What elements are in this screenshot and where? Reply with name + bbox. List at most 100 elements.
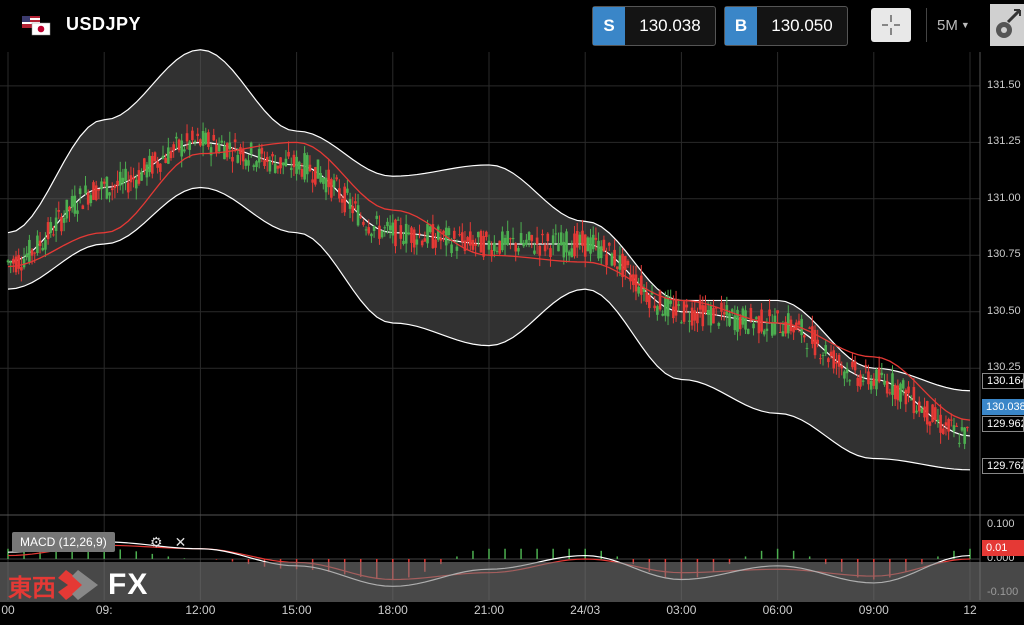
- candle-body: [811, 326, 814, 344]
- candle-body: [153, 152, 157, 162]
- candle-body: [546, 233, 550, 242]
- candle-body: [698, 300, 702, 310]
- candle-body: [947, 419, 950, 432]
- candle-body: [423, 238, 427, 242]
- candle-body: [594, 237, 598, 240]
- candle-body: [712, 307, 715, 324]
- candle-body: [394, 219, 397, 247]
- candle-body: [335, 177, 338, 180]
- candle-body: [340, 198, 344, 203]
- candle-body: [498, 240, 501, 254]
- candle-body: [370, 233, 373, 237]
- candle-body: [100, 181, 103, 190]
- time-tick-label: 09:00: [858, 603, 889, 617]
- candle-body: [225, 143, 229, 158]
- candle-body: [228, 142, 232, 150]
- candle-body: [632, 274, 635, 285]
- candle-body: [57, 209, 61, 212]
- candle-body: [944, 422, 948, 426]
- candle-body: [450, 244, 453, 254]
- candle-body: [859, 374, 862, 387]
- candle-body: [757, 316, 761, 334]
- candle-body: [666, 296, 670, 317]
- candle-body: [720, 302, 723, 312]
- candle-body: [733, 315, 737, 331]
- candle-body: [129, 175, 133, 183]
- candle-body: [474, 243, 477, 246]
- candle-body: [367, 227, 371, 234]
- candle-body: [239, 147, 242, 155]
- candle-body: [861, 380, 865, 382]
- time-tick-label: 15:00: [281, 603, 312, 617]
- candle-body: [241, 149, 245, 162]
- candle-body: [324, 177, 328, 193]
- candle-body: [297, 161, 301, 170]
- candle-body: [468, 231, 472, 246]
- candle-body: [578, 234, 582, 243]
- candle-body: [399, 225, 403, 239]
- candle-body: [314, 167, 317, 185]
- candle-body: [145, 164, 149, 178]
- candle-body: [658, 290, 662, 310]
- candle-body: [952, 425, 956, 432]
- candle-body: [581, 230, 584, 246]
- candle-body: [20, 267, 23, 271]
- candle-body: [941, 428, 945, 435]
- candle-body: [33, 252, 37, 254]
- candle-body: [132, 177, 135, 180]
- candle-body: [936, 419, 940, 422]
- candle-body: [493, 242, 496, 252]
- candle-body: [963, 427, 966, 444]
- macd-indicator-label[interactable]: MACD (12,26,9): [12, 532, 115, 552]
- candle-body: [664, 297, 667, 316]
- candle-body: [260, 147, 264, 154]
- candle-body: [303, 153, 306, 180]
- candle-body: [525, 239, 528, 245]
- candle-body: [701, 305, 705, 327]
- candle-body: [346, 188, 349, 193]
- candle-body: [602, 239, 606, 252]
- candle-body: [832, 350, 836, 369]
- close-icon[interactable]: ✕: [175, 534, 187, 551]
- candle-body: [615, 266, 619, 269]
- candle-body: [73, 195, 77, 214]
- candle-body: [754, 317, 758, 319]
- candle-body: [704, 305, 707, 313]
- brand-logo: 東西 FX: [8, 566, 148, 604]
- candle-body: [517, 248, 520, 252]
- candle-body: [191, 130, 194, 141]
- candle-body: [557, 243, 560, 252]
- candle-body: [108, 192, 111, 196]
- candle-body: [656, 306, 659, 315]
- candle-body: [533, 250, 536, 254]
- candle-body: [327, 169, 330, 188]
- candle-body: [722, 312, 726, 315]
- candle-body: [364, 229, 368, 231]
- price-tick-label: 131.50: [987, 78, 1021, 91]
- candle-body: [554, 233, 558, 235]
- time-tick-label: 00: [1, 603, 15, 617]
- candle-body: [183, 149, 186, 152]
- candle-body: [65, 199, 69, 219]
- candle-body: [169, 151, 173, 159]
- candle-body: [185, 133, 189, 142]
- candle-body: [688, 320, 691, 322]
- candle-body: [803, 335, 806, 338]
- candle-body: [407, 232, 411, 235]
- gear-icon[interactable]: ⚙: [150, 534, 163, 551]
- candle-body: [351, 205, 355, 214]
- candle-body: [396, 219, 400, 221]
- candle-body: [84, 185, 87, 194]
- candle-body: [319, 173, 322, 183]
- candle-body: [102, 181, 106, 184]
- candle-body: [201, 131, 205, 146]
- candle-body: [404, 223, 408, 244]
- candle-body: [81, 205, 85, 209]
- candle-body: [54, 217, 58, 232]
- candle-body: [840, 365, 844, 369]
- candle-body: [661, 313, 664, 316]
- candle-body: [589, 237, 592, 254]
- macd-value-marker: 0.01: [982, 540, 1024, 556]
- candle-body: [920, 408, 924, 413]
- candle-body: [696, 312, 699, 324]
